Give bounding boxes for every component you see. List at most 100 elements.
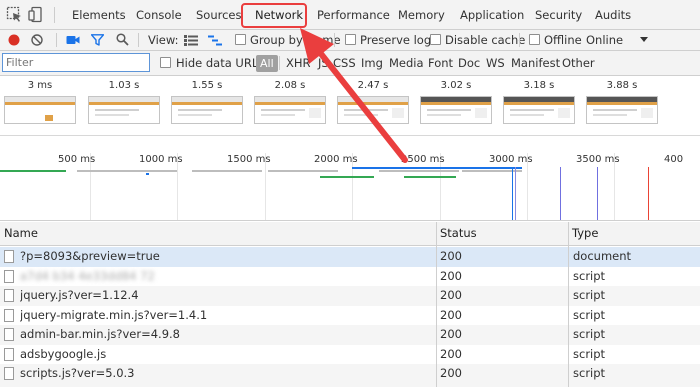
request-status: 200 — [440, 288, 462, 302]
filter-type-img[interactable]: Img — [361, 51, 383, 75]
frame-time: 3.02 s — [440, 80, 472, 91]
preserve-log-checkbox[interactable] — [345, 34, 356, 45]
frame-time: 2.08 s — [274, 80, 306, 91]
file-icon — [4, 289, 14, 302]
filter-separator — [279, 56, 280, 70]
filter-type-ws[interactable]: WS — [486, 51, 505, 75]
tab-sources[interactable]: Sources — [196, 0, 242, 30]
timeline-tick-label: 2500 ms — [401, 154, 445, 165]
waterfall-overview-icon[interactable] — [208, 35, 222, 46]
search-icon[interactable] — [116, 33, 129, 46]
toolbar-separator — [334, 33, 335, 47]
filter-bar: Hide data URLs All XHR JS CSS Img Media … — [0, 51, 700, 76]
table-row[interactable]: admin-bar.min.js?ver=4.9.8 200 script — [0, 325, 700, 345]
table-row[interactable]: jquery.js?ver=1.12.4 200 script — [0, 286, 700, 306]
group-by-frame-label: Group by frame — [250, 33, 341, 47]
filter-type-font[interactable]: Font — [428, 51, 453, 75]
dom-content-loaded-marker — [512, 167, 513, 220]
table-row[interactable]: ?p=8093&preview=true 200 document — [0, 247, 700, 267]
filter-type-css[interactable]: CSS — [333, 51, 356, 75]
table-row[interactable]: jquery-migrate.min.js?ver=1.4.1 200 scri… — [0, 306, 700, 326]
timeline-request-bar — [77, 170, 177, 172]
timeline-request-bar — [146, 173, 149, 175]
filter-type-doc[interactable]: Doc — [458, 51, 480, 75]
request-status: 200 — [440, 327, 462, 341]
timeline-request-bar — [462, 170, 522, 172]
file-icon — [4, 308, 14, 322]
frame-thumbnail[interactable] — [254, 96, 326, 124]
request-status: 200 — [440, 268, 462, 283]
table-row[interactable]: adsbygoogle.js 200 script — [0, 345, 700, 365]
devtools-tab-bar: Elements Console Sources Network Perform… — [0, 0, 700, 30]
table-row[interactable]: scripts.js?ver=5.0.3 200 script — [0, 364, 700, 387]
request-status: 200 — [440, 346, 462, 361]
clear-icon[interactable] — [31, 34, 43, 46]
request-type: script — [573, 327, 606, 341]
hide-data-urls-label: Hide data URLs — [176, 56, 265, 70]
request-name: ?p=8093&preview=true — [20, 249, 160, 263]
request-name: adsbygoogle.js — [20, 346, 107, 361]
tab-console[interactable]: Console — [136, 0, 182, 30]
device-toolbar-icon[interactable] — [28, 6, 45, 23]
column-header-status[interactable]: Status — [436, 222, 568, 245]
frame-thumbnail[interactable] — [4, 96, 76, 124]
requests-table-header: Name Status Type — [0, 222, 700, 246]
filter-type-xhr[interactable]: XHR — [286, 51, 311, 75]
tab-elements[interactable]: Elements — [72, 0, 126, 30]
toolbar-separator — [56, 33, 57, 47]
disable-cache-checkbox[interactable] — [430, 34, 441, 45]
timeline-request-bar — [379, 170, 459, 172]
frame-thumbnail[interactable] — [88, 96, 160, 124]
throttling-select[interactable]: Online — [586, 30, 623, 50]
offline-label: Offline — [544, 33, 582, 47]
frame-thumbnail[interactable] — [503, 96, 575, 124]
chevron-down-icon[interactable] — [640, 37, 648, 43]
table-row[interactable]: a7d4 b34 4e33dd84 72 200 script — [0, 267, 700, 287]
tab-security[interactable]: Security — [535, 0, 582, 30]
large-rows-icon[interactable] — [184, 35, 198, 46]
request-name: jquery-migrate.min.js?ver=1.4.1 — [20, 307, 208, 322]
tab-performance[interactable]: Performance — [317, 0, 390, 30]
group-by-frame-checkbox[interactable] — [235, 34, 246, 45]
column-header-name[interactable]: Name — [0, 222, 436, 245]
filter-type-media[interactable]: Media — [389, 51, 424, 75]
frame-time: 1.03 s — [108, 80, 140, 91]
frame-time: 1.55 s — [191, 80, 223, 91]
request-name: a7d4 b34 4e33dd84 72 — [20, 268, 155, 283]
timeline-request-bar — [192, 170, 262, 172]
timeline-request-bar — [352, 167, 522, 169]
tab-memory[interactable]: Memory — [398, 0, 445, 30]
filter-type-other[interactable]: Other — [562, 51, 595, 75]
frame-thumbnail[interactable] — [171, 96, 243, 124]
network-toolbar: View: Group by frame Preserve log Disabl… — [0, 30, 700, 51]
tab-audits[interactable]: Audits — [595, 0, 631, 30]
frame-thumbnail[interactable] — [420, 96, 492, 124]
screenshot-filmstrip: 3 ms 1.03 s 1.55 s 2.08 s 2.47 s 3.02 s … — [0, 76, 700, 136]
disable-cache-label: Disable cache — [445, 33, 526, 47]
filter-type-js[interactable]: JS — [318, 51, 329, 75]
request-type: script — [573, 307, 606, 322]
filter-funnel-icon[interactable] — [91, 34, 104, 46]
screenshot-camera-icon[interactable] — [66, 34, 80, 46]
timeline-tick-label: 500 ms — [58, 154, 96, 165]
frame-thumbnail[interactable] — [337, 96, 409, 124]
frame-thumbnail[interactable] — [586, 96, 658, 124]
timeline-request-bar — [0, 170, 66, 172]
timeline-tick-label: 2000 ms — [314, 154, 358, 165]
frame-time: 2.47 s — [357, 80, 389, 91]
toolbar-separator — [138, 33, 139, 47]
request-name: admin-bar.min.js?ver=4.9.8 — [20, 327, 180, 341]
filter-type-manifest[interactable]: Manifest — [511, 51, 560, 75]
column-header-type[interactable]: Type — [568, 222, 700, 245]
network-overview-timeline[interactable]: 500 ms 1000 ms 1500 ms 2000 ms 2500 ms 3… — [0, 137, 700, 221]
timeline-tick-label: 400 — [664, 154, 684, 165]
record-icon[interactable] — [8, 34, 20, 46]
inspect-element-icon[interactable] — [6, 6, 23, 23]
filter-input[interactable] — [2, 53, 150, 72]
request-type: document — [573, 249, 632, 263]
hide-data-urls-checkbox[interactable] — [160, 57, 171, 68]
filter-type-all[interactable]: All — [256, 55, 278, 72]
tab-application[interactable]: Application — [460, 0, 524, 30]
offline-checkbox[interactable] — [529, 34, 540, 45]
timeline-tick-label: 1000 ms — [139, 154, 183, 165]
